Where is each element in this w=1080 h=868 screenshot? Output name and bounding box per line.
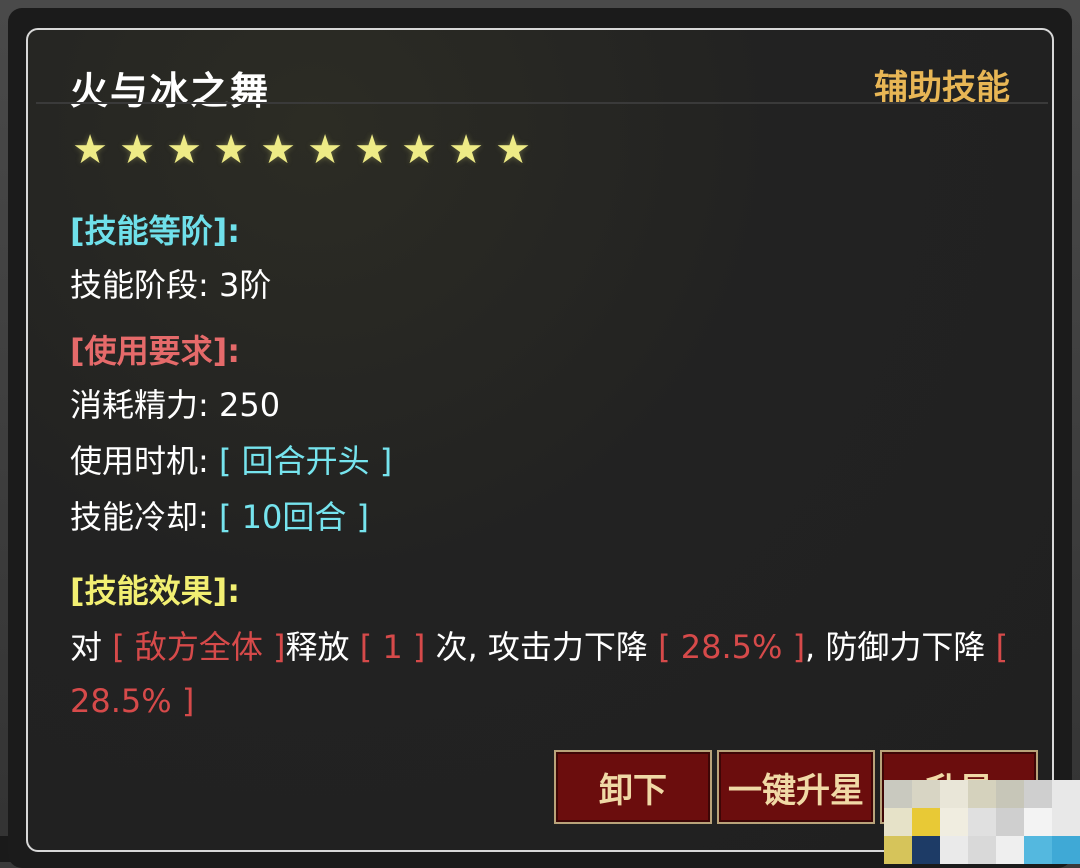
cooldown-row: 技能冷却: [ 10回合 ] <box>70 492 369 538</box>
energy-row: 消耗精力: 250 <box>70 380 280 426</box>
stage-label: 技能阶段: <box>70 266 209 304</box>
energy-label: 消耗精力: <box>70 386 209 424</box>
effect-target: [ 敌方全体 ] <box>112 628 286 666</box>
effect-header-text: [技能效果]: <box>70 572 241 610</box>
effect-text: 释放 <box>285 628 350 666</box>
pixelated-overlay <box>884 780 1080 864</box>
timing-value: [ 回合开头 ] <box>218 442 393 480</box>
one-click-star-button[interactable]: 一键升星 <box>717 750 875 824</box>
star-icon: ★ <box>401 127 437 173</box>
requirements-header-text: [使用要求]: <box>70 332 241 370</box>
effect-description: 对 [ 敌方全体 ]释放 [ 1 ] 次, 攻击力下降 [ 28.5% ], 防… <box>70 620 1010 728</box>
grade-header-text: [技能等阶]: <box>70 212 241 250</box>
skill-name: 火与冰之舞 <box>70 69 271 113</box>
star-icon: ★ <box>119 127 155 173</box>
effect-text: 次, 攻击力下降 <box>435 628 648 666</box>
energy-value: 250 <box>218 386 281 424</box>
effect-text: , 防御力下降 <box>805 628 986 666</box>
cooldown-label: 技能冷却: <box>70 498 209 536</box>
star-icon: ★ <box>260 127 296 173</box>
star-icon: ★ <box>166 127 202 173</box>
star-icon: ★ <box>72 127 108 173</box>
effect-header: [技能效果]: <box>70 566 240 612</box>
stage-row: 技能阶段: 3阶 <box>70 260 271 306</box>
timing-label: 使用时机: <box>70 442 209 480</box>
cooldown-value: [ 10回合 ] <box>218 498 370 536</box>
star-icon: ★ <box>354 127 390 173</box>
star-icon: ★ <box>307 127 343 173</box>
star-icon: ★ <box>495 127 531 173</box>
grade-header: [技能等阶]: <box>70 206 240 252</box>
effect-text: 对 <box>70 628 103 666</box>
star-rating: ★ ★ ★ ★ ★ ★ ★ ★ ★ ★ <box>70 124 533 176</box>
star-icon: ★ <box>448 127 484 173</box>
timing-row: 使用时机: [ 回合开头 ] <box>70 436 392 482</box>
requirements-header: [使用要求]: <box>70 326 240 372</box>
stage-value: 3阶 <box>218 266 272 304</box>
effect-times: [ 1 ] <box>359 628 426 666</box>
effect-atk-down: [ 28.5% ] <box>658 628 806 666</box>
star-icon: ★ <box>213 127 249 173</box>
unequip-button[interactable]: 卸下 <box>554 750 712 824</box>
divider <box>36 102 1048 104</box>
